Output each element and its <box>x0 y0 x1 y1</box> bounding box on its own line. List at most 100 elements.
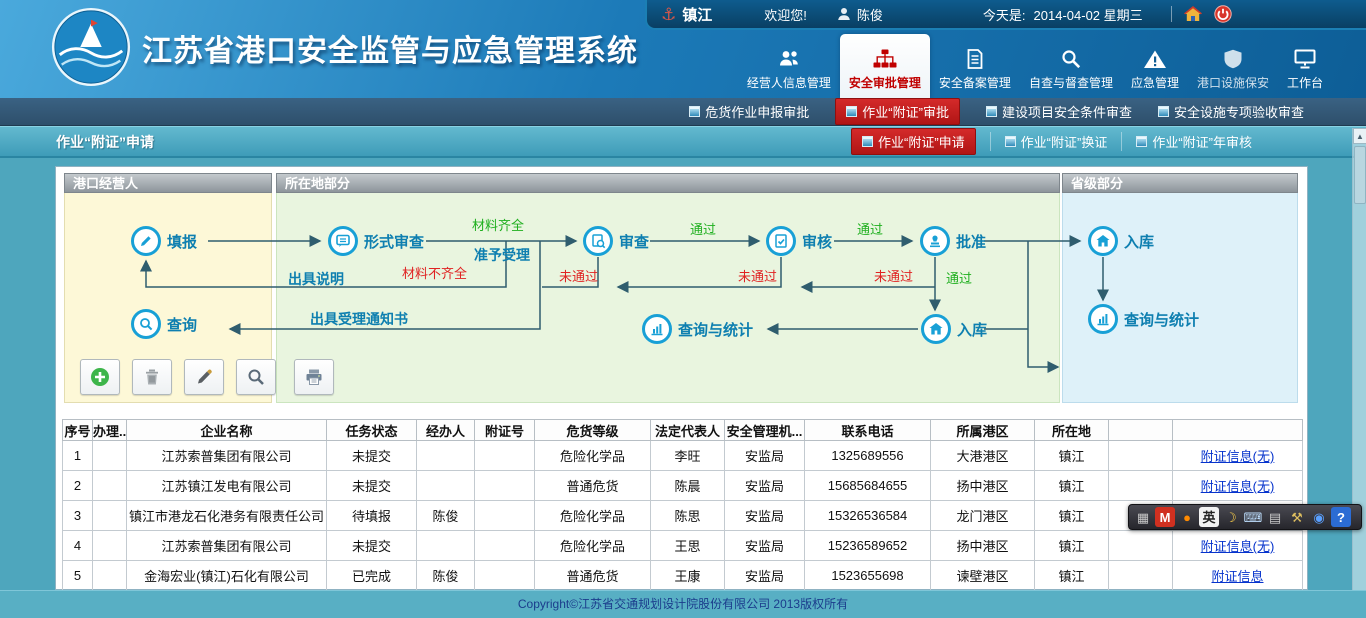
table-cell: 陈思 <box>651 501 725 531</box>
globe-icon[interactable]: ◉ <box>1309 507 1329 527</box>
table-cell: 谏壁港区 <box>931 561 1035 591</box>
table-cell: 危险化学品 <box>535 501 651 531</box>
doc-magnifier-icon <box>583 226 613 256</box>
tab-cert-renew[interactable]: 作业“附证”换证 <box>990 132 1122 151</box>
table-row[interactable]: 4江苏索普集团有限公司未提交危险化学品王思安监局15236589652扬中港区镇… <box>63 531 1303 561</box>
cert-info-link[interactable]: 附证信息(无) <box>1201 479 1275 494</box>
col-handle: 办理... <box>93 420 127 441</box>
table-cell: 待填报 <box>327 501 417 531</box>
table-row[interactable]: 3镇江市港龙石化港务有限责任公司待填报陈俊危险化学品陈思安监局153265365… <box>63 501 1303 531</box>
page-bar: 作业“附证”申请 作业“附证”申请 作业“附证”换证 作业“附证”年审核 <box>0 126 1366 158</box>
table-cell <box>93 441 127 471</box>
table-cell: 4 <box>63 531 93 561</box>
table-cell <box>475 471 535 501</box>
table-cell: 15326536584 <box>805 501 931 531</box>
table-row[interactable]: 2江苏镇江发电有限公司未提交普通危货陈晨安监局15685684655扬中港区镇江… <box>63 471 1303 501</box>
city-label: 镇江 <box>682 4 712 25</box>
keyboard-icon[interactable]: ⌨ <box>1243 507 1263 527</box>
subnav-item-facility-acceptance[interactable]: 安全设施专项验收审查 <box>1158 102 1304 121</box>
table-cell: 镇江市港龙石化港务有限责任公司 <box>127 501 327 531</box>
nav-item-port-security[interactable]: 港口设施保安 <box>1188 38 1278 98</box>
tools-icon[interactable]: ⚒ <box>1287 507 1307 527</box>
nav-item-safety-record[interactable]: 安全备案管理 <box>930 38 1020 98</box>
scrollbar-thumb[interactable] <box>1354 146 1366 204</box>
document-icon <box>963 49 987 69</box>
nav-item-operator-info[interactable]: 经营人信息管理 <box>738 38 840 98</box>
panel-local-title: 所在地部分 <box>276 173 1060 193</box>
flow-node-store-local: 入库 <box>921 314 987 344</box>
nav-item-self-inspection[interactable]: 自查与督查管理 <box>1020 38 1122 98</box>
tab-cert-apply[interactable]: 作业“附证”申请 <box>851 128 976 155</box>
app-logo <box>50 6 132 88</box>
cert-info-link[interactable]: 附证信息 <box>1211 569 1263 584</box>
nav-item-workbench[interactable]: 工作台 <box>1278 38 1332 98</box>
tab-cert-annual[interactable]: 作业“附证”年审核 <box>1121 132 1266 151</box>
col-seq: 序号 <box>63 420 93 441</box>
logout-power-icon[interactable] <box>1214 5 1232 23</box>
softboard-icon[interactable]: ▤ <box>1265 507 1285 527</box>
scroll-up-icon[interactable]: ▲ <box>1353 128 1366 144</box>
edge-label-pass-approve: 通过 <box>946 268 972 287</box>
table-cell: 李旺 <box>651 441 725 471</box>
nav-item-emergency[interactable]: 应急管理 <box>1122 38 1188 98</box>
table-cell: 陈俊 <box>417 561 475 591</box>
table-cell: 江苏镇江发电有限公司 <box>127 471 327 501</box>
mode-dot-icon[interactable]: ● <box>1177 507 1197 527</box>
col-action <box>1109 420 1173 441</box>
doc-check-icon <box>766 226 796 256</box>
table-cell: 陈晨 <box>651 471 725 501</box>
edge-label-pass-review: 通过 <box>690 219 716 238</box>
table-cell: 普通危货 <box>535 561 651 591</box>
table-cell: 安监局 <box>725 441 805 471</box>
table-cell <box>475 561 535 591</box>
cert-info-link[interactable]: 附证信息(无) <box>1201 449 1275 464</box>
search-button[interactable] <box>236 359 276 395</box>
panel-local: 所在地部分 <box>276 173 1060 403</box>
edge-label-fail-review: 未通过 <box>559 266 598 285</box>
table-cell: 5 <box>63 561 93 591</box>
flow-node-review: 审查 <box>583 226 649 256</box>
table-cell <box>417 531 475 561</box>
ime-toolbar-icons: ▦M●英☽⌨▤⚒◉? <box>1133 507 1351 527</box>
main-nav: 经营人信息管理 安全审批管理 安全备案管理 自查与督查管理 应急管理 <box>738 34 1332 98</box>
table-cell <box>1109 561 1173 591</box>
table-cell: 已完成 <box>327 561 417 591</box>
delete-button[interactable] <box>132 359 172 395</box>
table-cell: 1325689556 <box>805 441 931 471</box>
bar-chart-icon <box>642 314 672 344</box>
drag-handle-icon[interactable]: ▦ <box>1133 507 1153 527</box>
table-cell: 大港港区 <box>931 441 1035 471</box>
cert-info-link[interactable]: 附证信息(无) <box>1201 539 1275 554</box>
table-cell: 危险化学品 <box>535 441 651 471</box>
table-cell-cert-info: 附证信息(无) <box>1173 531 1303 561</box>
ime-logo-icon[interactable]: M <box>1155 507 1175 527</box>
ime-toolbar[interactable]: ▦M●英☽⌨▤⚒◉? <box>1128 504 1362 530</box>
table-cell <box>1109 441 1173 471</box>
halfwidth-moon-icon[interactable]: ☽ <box>1221 507 1241 527</box>
print-button[interactable] <box>294 359 334 395</box>
home-icon[interactable] <box>1184 6 1202 22</box>
org-chart-icon <box>873 49 897 69</box>
subnav-item-dangerous-cargo-approval[interactable]: 危货作业申报审批 <box>689 102 809 121</box>
date-label: 2014-04-02 星期三 <box>1034 5 1143 24</box>
subnav-item-construction-review[interactable]: 建设项目安全条件审查 <box>986 102 1132 121</box>
shield-icon <box>1221 49 1245 69</box>
table-cell <box>93 501 127 531</box>
table-cell <box>1109 471 1173 501</box>
table-cell <box>475 531 535 561</box>
table-row[interactable]: 5金海宏业(镇江)石化有限公司已完成陈俊普通危货王康安监局1523655698谏… <box>63 561 1303 591</box>
help-icon[interactable]: ? <box>1331 507 1351 527</box>
edit-button[interactable] <box>184 359 224 395</box>
table-cell <box>417 441 475 471</box>
table-row[interactable]: 1江苏索普集团有限公司未提交危险化学品李旺安监局1325689556大港港区镇江… <box>63 441 1303 471</box>
edge-label-issue-note: 出具说明 <box>288 269 344 289</box>
add-button[interactable] <box>80 359 120 395</box>
subnav-item-attachment-cert-approval[interactable]: 作业“附证”审批 <box>835 98 960 125</box>
english-mode-icon[interactable]: 英 <box>1199 507 1219 527</box>
table-cell <box>93 471 127 501</box>
workflow-diagram: 港口经营人 所在地部分 省级部分 <box>62 171 1303 415</box>
window-icon <box>1005 136 1016 147</box>
col-cert-info <box>1173 420 1303 441</box>
nav-item-safety-approval[interactable]: 安全审批管理 <box>840 34 930 98</box>
panel-operator-title: 港口经营人 <box>64 173 272 193</box>
